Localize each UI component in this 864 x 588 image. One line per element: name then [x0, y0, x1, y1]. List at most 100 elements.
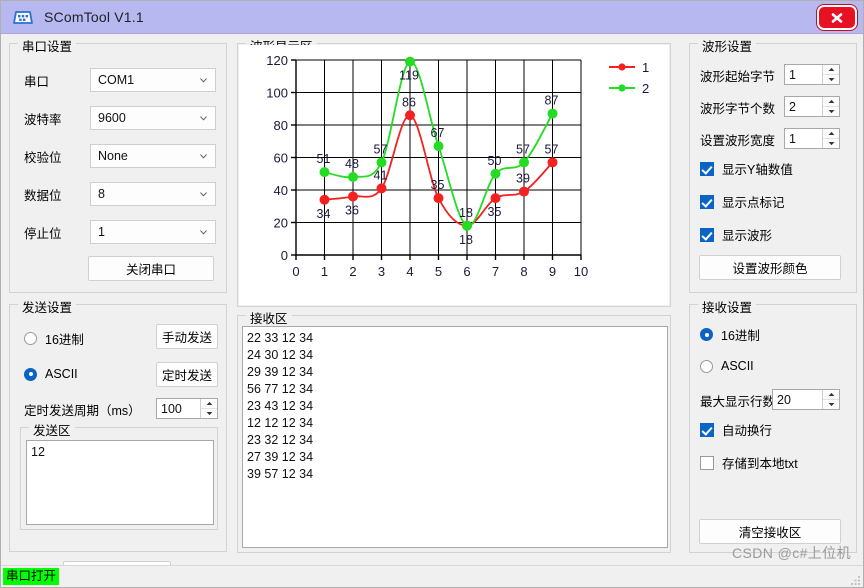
radio-indicator	[700, 359, 713, 373]
port-value: COM1	[98, 73, 135, 87]
chevron-down-icon	[200, 116, 207, 121]
right-column: 波形设置 波形起始字节 1 波形字节个数 2 设置波形宽度 1 显示Y轴数值 显…	[689, 36, 857, 557]
show-waveform-checkbox[interactable]: 显示波形	[700, 225, 772, 244]
close-port-button[interactable]: 关闭串口	[88, 256, 214, 281]
serial-settings-title: 串口设置	[18, 36, 77, 55]
parity-value: None	[98, 149, 128, 163]
svg-text:40: 40	[274, 183, 288, 198]
svg-text:4: 4	[406, 264, 413, 279]
wave-start-byte-spinner[interactable]: 1	[784, 64, 840, 85]
timed-send-button[interactable]: 定时发送	[156, 362, 218, 387]
receive-textarea[interactable]: 22 33 12 34 24 30 12 34 29 39 12 34 56 7…	[242, 326, 668, 548]
max-lines-spinner[interactable]: 20	[772, 389, 840, 410]
svg-text:48: 48	[345, 157, 359, 171]
checkbox-indicator	[700, 227, 714, 242]
status-bar: 串口打开	[1, 565, 863, 587]
parity-combobox[interactable]: None	[90, 144, 216, 168]
receive-settings-group: 接收设置 16进制 ASCII 最大显示行数 20 自动换行 存储到本地txt …	[689, 297, 857, 553]
waveform-chart[interactable]: 0 20 40 60 80 100 120 0 1 2 3 4 5 6 7 8 9 10 34 36 41 86 35 18 3…	[239, 45, 669, 305]
close-icon	[831, 12, 843, 23]
resize-grip-icon[interactable]	[849, 574, 861, 586]
center-column: 波形显示区 0204060801001200123456789103436418…	[237, 36, 677, 557]
spinner-down-icon[interactable]	[823, 139, 839, 148]
svg-text:35: 35	[488, 205, 502, 219]
show-point-markers-checkbox[interactable]: 显示点标记	[700, 192, 785, 211]
serial-port-icon	[11, 7, 35, 27]
spinner-arrows[interactable]	[822, 390, 839, 409]
send-hex-radio[interactable]: 16进制	[24, 329, 84, 348]
databits-combobox[interactable]: 8	[90, 182, 216, 206]
wave-settings-group: 波形设置 波形起始字节 1 波形字节个数 2 设置波形宽度 1 显示Y轴数值 显…	[689, 36, 857, 293]
svg-text:41: 41	[374, 168, 388, 182]
svg-text:20: 20	[274, 216, 288, 231]
clear-receive-button[interactable]: 清空接收区	[699, 519, 841, 544]
wave-start-byte-label: 波形起始字节	[700, 70, 776, 84]
svg-text:120: 120	[266, 53, 288, 68]
spinner-down-icon[interactable]	[823, 75, 839, 84]
set-wave-color-button[interactable]: 设置波形颜色	[699, 255, 841, 280]
spinner-arrows[interactable]	[822, 65, 839, 84]
spinner-down-icon[interactable]	[823, 400, 839, 409]
svg-text:8: 8	[520, 264, 527, 279]
spinner-arrows[interactable]	[200, 399, 217, 418]
svg-text:2: 2	[349, 264, 356, 279]
receive-ascii-radio[interactable]: ASCII	[700, 359, 754, 373]
spinner-up-icon[interactable]	[823, 97, 839, 107]
show-y-values-checkbox[interactable]: 显示Y轴数值	[700, 159, 793, 178]
radio-indicator	[24, 332, 37, 345]
main-content: 串口设置 串口 COM1 波特率 9600 校验位 None 数据位 8 停止位…	[1, 35, 863, 587]
spinner-up-icon[interactable]	[823, 65, 839, 75]
svg-text:5: 5	[435, 264, 442, 279]
svg-text:60: 60	[274, 151, 288, 166]
svg-text:87: 87	[545, 94, 559, 108]
spinner-down-icon[interactable]	[201, 409, 217, 418]
checkbox-indicator	[700, 455, 714, 470]
svg-text:1: 1	[642, 60, 649, 75]
save-local-checkbox[interactable]: 存储到本地txt	[700, 453, 798, 472]
app-window: SComTool V1.1 串口设置 串口 COM1 波特率 9600 校验位 …	[0, 0, 864, 588]
wave-byte-count-spinner[interactable]: 2	[784, 96, 840, 117]
stopbits-combobox[interactable]: 1	[90, 220, 216, 244]
spinner-up-icon[interactable]	[823, 390, 839, 400]
send-textarea[interactable]: 12	[26, 440, 214, 525]
svg-text:7: 7	[492, 264, 499, 279]
baud-label: 波特率	[24, 112, 62, 127]
receive-hex-radio[interactable]: 16进制	[700, 325, 760, 344]
spinner-up-icon[interactable]	[823, 129, 839, 139]
baud-combobox[interactable]: 9600	[90, 106, 216, 130]
send-ascii-label: ASCII	[45, 367, 78, 381]
left-column: 串口设置 串口 COM1 波特率 9600 校验位 None 数据位 8 停止位…	[9, 36, 227, 585]
send-ascii-radio[interactable]: ASCII	[24, 367, 78, 381]
svg-text:86: 86	[402, 95, 416, 109]
spinner-down-icon[interactable]	[823, 107, 839, 116]
chevron-down-icon	[200, 192, 207, 197]
wave-width-value: 1	[789, 131, 796, 146]
close-button[interactable]	[817, 5, 857, 30]
checkbox-indicator	[700, 161, 714, 176]
svg-text:57: 57	[374, 142, 388, 156]
stopbits-value: 1	[98, 225, 105, 239]
spinner-arrows[interactable]	[822, 129, 839, 148]
autowrap-checkbox[interactable]: 自动换行	[700, 420, 772, 439]
manual-send-button[interactable]: 手动发送	[156, 324, 218, 349]
receive-area-group: 接收区 22 33 12 34 24 30 12 34 29 39 12 34 …	[237, 308, 671, 553]
send-area-group: 发送区 12	[20, 420, 218, 530]
receive-area-title: 接收区	[246, 308, 292, 327]
window-title: SComTool V1.1	[44, 9, 144, 25]
port-combobox[interactable]: COM1	[90, 68, 216, 92]
svg-text:2: 2	[642, 81, 649, 96]
spinner-up-icon[interactable]	[201, 399, 217, 409]
spinner-arrows[interactable]	[822, 97, 839, 116]
databits-label: 数据位	[24, 188, 62, 203]
svg-text:1: 1	[321, 264, 328, 279]
checkbox-indicator	[700, 194, 714, 209]
send-period-spinner[interactable]: 100	[156, 398, 218, 419]
svg-text:50: 50	[488, 154, 502, 168]
wave-width-spinner[interactable]: 1	[784, 128, 840, 149]
chevron-down-icon	[200, 78, 207, 83]
show-waveform-label: 显示波形	[722, 229, 773, 243]
svg-text:34: 34	[317, 207, 331, 221]
show-y-values-label: 显示Y轴数值	[722, 163, 793, 177]
wave-byte-count-label: 波形字节个数	[700, 102, 776, 116]
svg-text:51: 51	[317, 152, 331, 166]
